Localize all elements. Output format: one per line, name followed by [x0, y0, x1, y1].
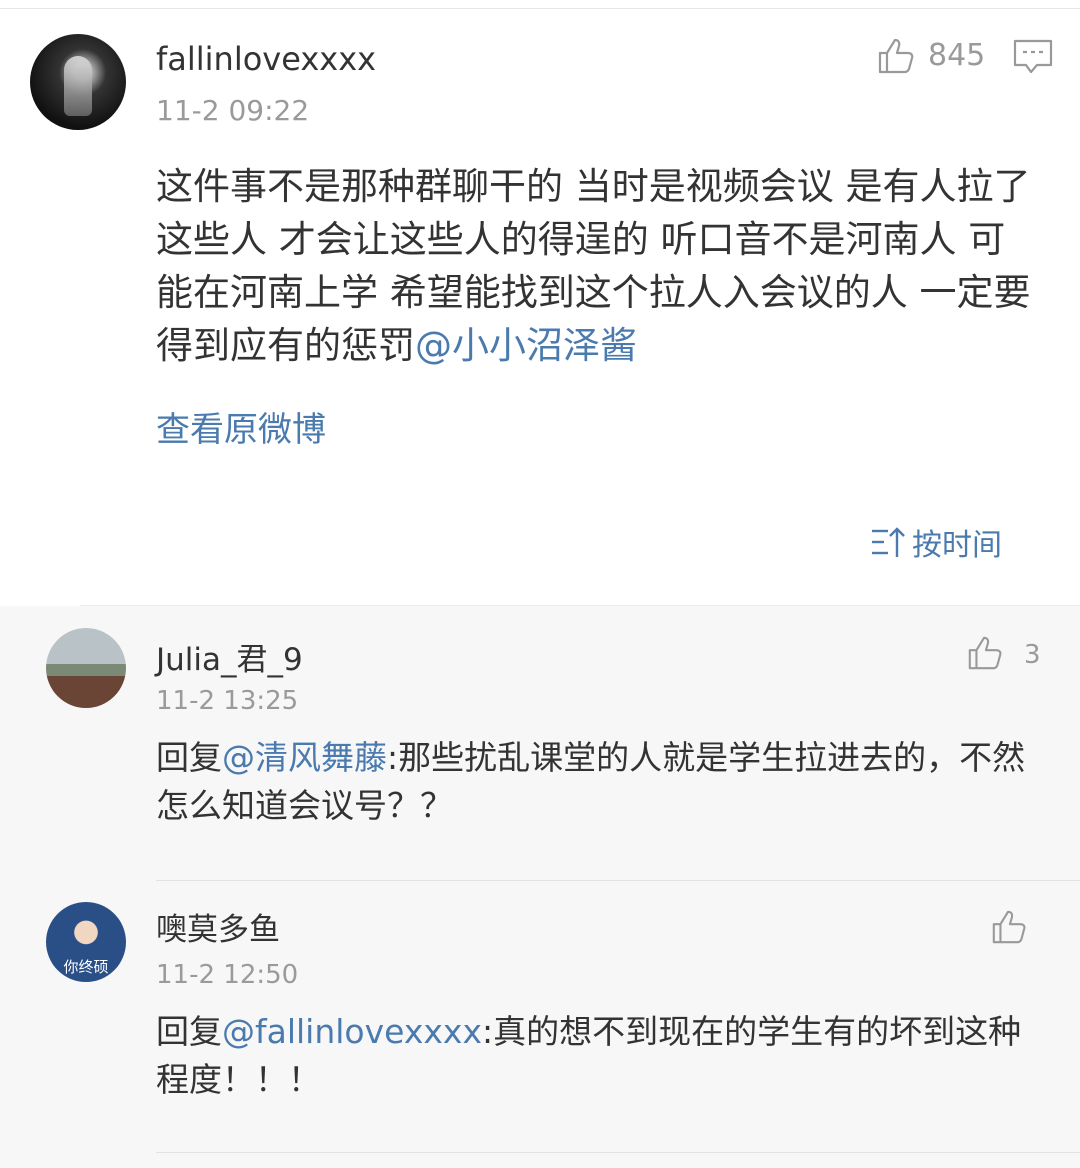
comment-text: 这件事不是那种群聊干的 当时是视频会议 是有人拉了这些人 才会让这些人的得逞的 …: [156, 160, 1036, 372]
divider: [156, 880, 1080, 881]
avatar[interactable]: [30, 34, 126, 130]
mention-link[interactable]: @清风舞藤: [222, 738, 387, 777]
thumbs-up-icon[interactable]: [990, 908, 1028, 946]
sort-button[interactable]: 按时间: [870, 522, 1002, 563]
thumbs-up-icon[interactable]: [876, 36, 916, 76]
username[interactable]: Julia_君_9: [156, 634, 303, 679]
view-original-link[interactable]: 查看原微博: [156, 402, 326, 451]
reply-text: 回复@fallinlovexxxx:真的想不到现在的学生有的坏到这种程度！！！: [156, 1008, 1046, 1104]
timestamp: 11-2 12:50: [156, 960, 299, 990]
divider: [0, 8, 1080, 9]
like-count: 845: [928, 38, 986, 73]
sort-icon: [872, 527, 905, 557]
avatar[interactable]: 你终硕: [46, 902, 126, 982]
reply-prefix: 回复: [156, 738, 222, 777]
thumbs-up-icon[interactable]: [966, 634, 1004, 672]
divider: [80, 605, 1080, 606]
avatar[interactable]: [46, 628, 126, 708]
reply-prefix: 回复: [156, 1012, 222, 1051]
avatar-caption: 你终硕: [63, 958, 109, 976]
reply-text: 回复@清风舞藤:那些扰乱课堂的人就是学生拉进去的，不然怎么知道会议号？？: [156, 734, 1046, 830]
main-comment-card: fallinlovexxxx 11-2 09:22 845 这件事不是那种群聊干…: [0, 0, 1080, 606]
like-count: 3: [1024, 640, 1041, 670]
timestamp: 11-2 09:22: [156, 94, 310, 127]
mention-link[interactable]: @小小沼泽酱: [415, 324, 637, 367]
username[interactable]: fallinlovexxxx: [156, 40, 376, 78]
timestamp: 11-2 13:25: [156, 686, 299, 716]
username[interactable]: 噢莫多鱼: [156, 904, 280, 949]
divider: [156, 1152, 1080, 1153]
comment-icon[interactable]: [1012, 38, 1054, 78]
mention-link[interactable]: @fallinlovexxxx: [222, 1012, 482, 1051]
sort-label: 按时间: [912, 528, 1002, 563]
